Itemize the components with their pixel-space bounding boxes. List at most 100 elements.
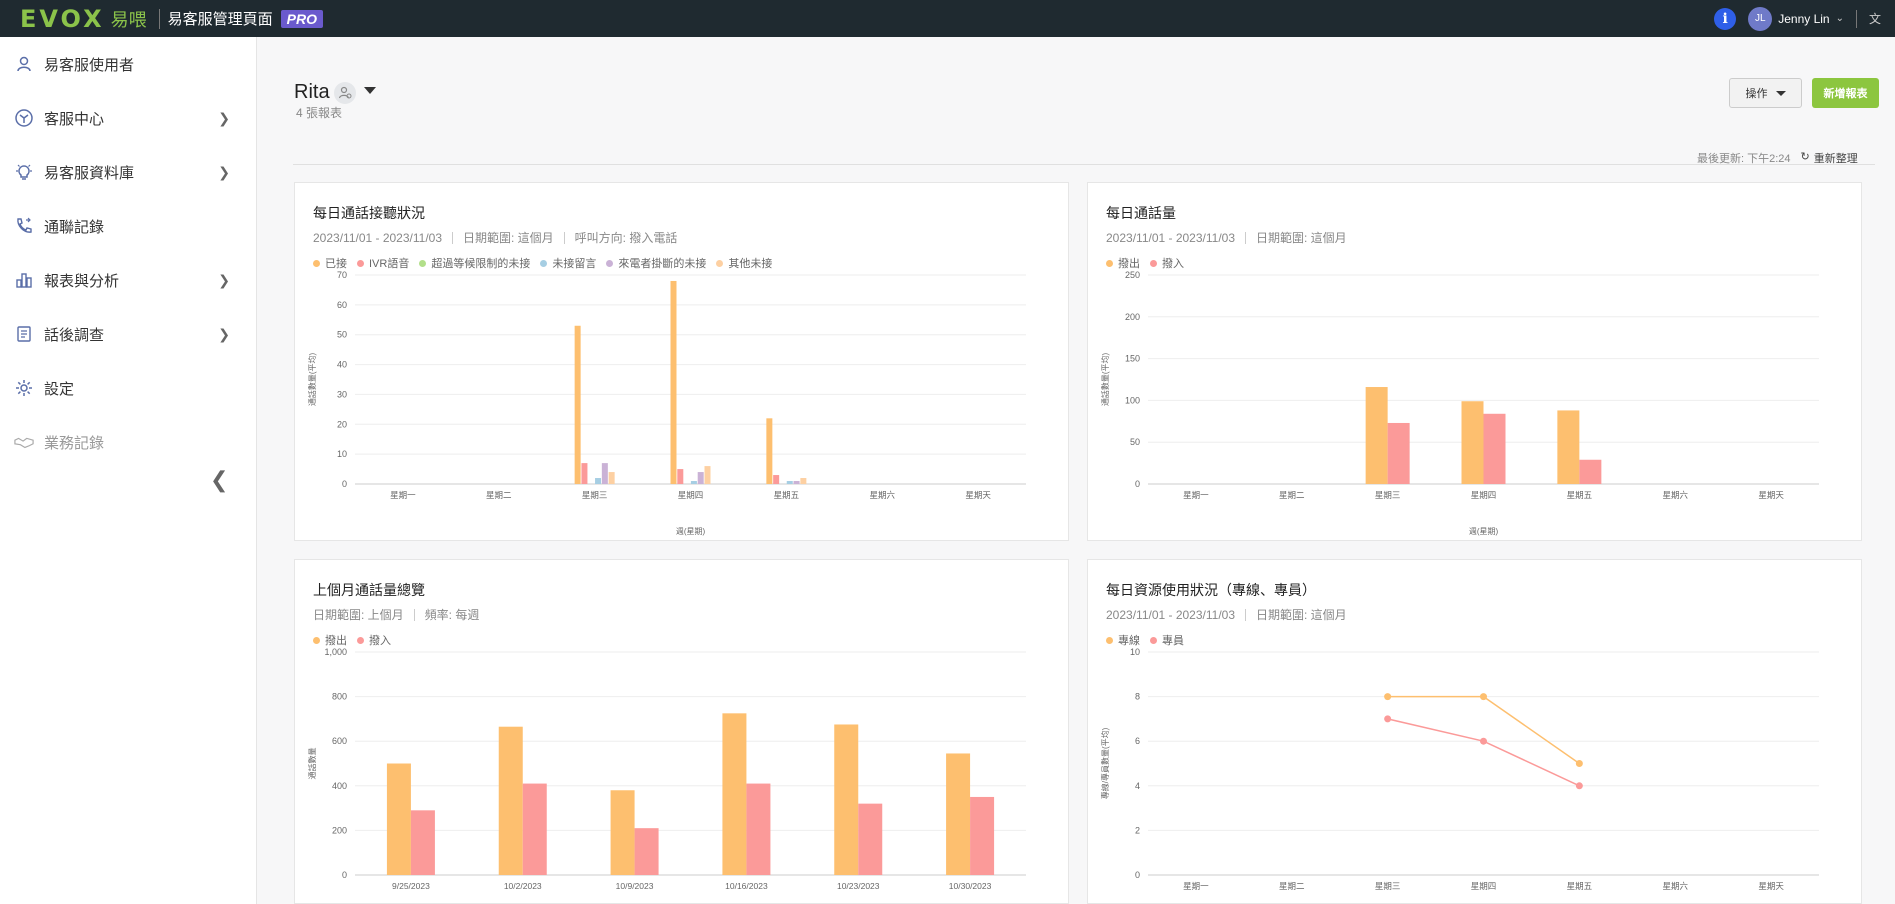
x-tick-label: 星期五 xyxy=(1567,490,1593,500)
x-tick-label: 星期天 xyxy=(1758,490,1784,500)
page-title: Rita xyxy=(294,81,330,103)
x-tick-label: 10/2/2023 xyxy=(504,881,542,891)
x-tick-label: 10/9/2023 xyxy=(616,881,654,891)
bar-5-4 xyxy=(800,478,807,484)
add-report-button[interactable]: 新增報表 xyxy=(1812,78,1879,108)
bar-1-1 xyxy=(522,783,547,875)
bar-1-4 xyxy=(1579,459,1602,484)
report-card-daily-answer[interactable]: 每日通話接聽狀況 2023/11/01 - 2023/11/03 日期範圍: 這個月… xyxy=(294,182,1069,541)
sidebar-item-label: 話後調查 xyxy=(44,326,105,344)
last-update-text: 最後更新: 下午2:24 xyxy=(1697,153,1791,165)
bar-3-3 xyxy=(690,481,697,484)
page-header xyxy=(293,79,1875,165)
x-tick-label: 星期四 xyxy=(1471,490,1497,500)
y-tick-label: 8 xyxy=(1135,692,1140,702)
title-dropdown-icon[interactable] xyxy=(364,87,376,94)
bar-1-2 xyxy=(1387,422,1410,484)
chevron-right-icon: ❯ xyxy=(218,109,230,126)
meta-divider xyxy=(452,231,453,244)
topbar-right-divider xyxy=(1855,9,1857,28)
bar-0-0 xyxy=(386,763,411,875)
bar-1-0 xyxy=(410,810,435,875)
y-axis-label: 通話數量(平均) xyxy=(307,353,317,407)
logo-main-text: EVOX xyxy=(20,4,105,33)
y-tick-label: 1,000 xyxy=(324,647,347,657)
y-tick-label: 200 xyxy=(332,825,347,835)
collapse-sidebar-icon[interactable]: ❮ xyxy=(210,467,228,493)
y-axis-label: 通話數量(平均) xyxy=(1100,353,1110,407)
x-tick-label: 星期三 xyxy=(582,490,608,500)
point-0-4 xyxy=(1575,760,1583,767)
bar-0-3 xyxy=(722,713,747,875)
sidebar-item-0[interactable]: 易客服使用者 xyxy=(0,37,256,91)
refresh-button[interactable]: ↻ 重新整理 xyxy=(1801,150,1858,166)
card-title: 上個月通話量總覽 xyxy=(313,582,425,598)
x-tick-label: 10/30/2023 xyxy=(949,881,992,891)
y-tick-label: 10 xyxy=(1130,647,1140,657)
y-tick-label: 200 xyxy=(1125,312,1140,322)
series-line-0 xyxy=(1387,695,1580,765)
bar-0-5 xyxy=(946,753,971,875)
bar-0-2 xyxy=(610,790,635,875)
point-1-4 xyxy=(1575,782,1583,790)
card-title: 每日資源使用狀況（專線、專員） xyxy=(1106,582,1316,598)
card-meta-item: 日期範圍: 這個月 xyxy=(463,231,554,245)
chevron-right-icon: ❯ xyxy=(218,163,230,180)
hub-icon xyxy=(14,108,34,128)
user-settings-icon[interactable] xyxy=(334,82,356,104)
sidebar-item-3[interactable]: 通聯記錄 xyxy=(0,199,256,253)
card-meta: 2023/11/01 - 2023/11/03 日期範圍: 這個月 xyxy=(1106,606,1347,623)
card-title: 每日通話接聽狀況 xyxy=(313,205,425,221)
y-tick-label: 0 xyxy=(342,479,347,489)
sidebar-item-2[interactable]: 易客服資料庫 ❯ xyxy=(0,145,256,199)
user-menu[interactable]: JL Jenny Lin ⌄ xyxy=(1748,6,1844,31)
language-icon[interactable]: 文 xyxy=(1869,10,1881,27)
bar-1-4 xyxy=(858,803,883,875)
bar-1-3 xyxy=(1483,413,1506,484)
topbar-divider xyxy=(158,8,160,29)
sidebar-item-1[interactable]: 客服中心 ❯ xyxy=(0,91,256,145)
bar-1-2 xyxy=(581,463,588,484)
x-tick-label: 10/16/2023 xyxy=(725,881,768,891)
sidebar-item-4[interactable]: 報表與分析 ❯ xyxy=(0,253,256,307)
bar-1-5 xyxy=(970,796,995,875)
chevron-down-icon: ⌄ xyxy=(1835,13,1844,24)
refresh-label: 重新整理 xyxy=(1813,153,1858,165)
bar-4-4 xyxy=(793,481,800,484)
logo-sub-text: 易喂 xyxy=(110,9,147,30)
y-tick-label: 6 xyxy=(1135,736,1140,746)
sidebar-item-7[interactable]: 業務記錄 xyxy=(0,415,256,469)
report-card-resources[interactable]: 每日資源使用狀況（專線、專員） 2023/11/01 - 2023/11/03 日期… xyxy=(1087,559,1862,904)
y-tick-label: 0 xyxy=(1135,870,1140,880)
sidebar-item-6[interactable]: 設定 xyxy=(0,361,256,415)
y-tick-label: 100 xyxy=(1125,395,1140,405)
sidebar-item-label: 通聯記錄 xyxy=(44,218,105,236)
phone-log-icon xyxy=(14,216,34,236)
update-row: 最後更新: 下午2:24 ↻ 重新整理 xyxy=(1697,150,1858,166)
pro-badge: PRO xyxy=(280,9,323,28)
y-tick-label: 70 xyxy=(337,270,347,280)
handshake-icon xyxy=(14,432,34,452)
refresh-icon: ↻ xyxy=(1800,151,1810,163)
info-icon[interactable]: i xyxy=(1714,7,1737,30)
y-tick-label: 2 xyxy=(1135,825,1140,835)
meta-divider xyxy=(1245,608,1246,621)
report-card-daily-volume[interactable]: 每日通話量 2023/11/01 - 2023/11/03 日期範圍: 這個月 撥出撥… xyxy=(1087,182,1862,541)
operations-button[interactable]: 操作 xyxy=(1729,78,1802,108)
evox-logo[interactable]: EVOX 易喂 xyxy=(20,5,147,33)
bar-5-2 xyxy=(608,472,615,484)
report-card-last-month[interactable]: 上個月通話量總覽 日期範圍: 上個月 頻率: 每週 撥出 撥入 0 200 400 600 800… xyxy=(294,559,1069,904)
card-meta-item: 2023/11/01 - 2023/11/03 xyxy=(1106,230,1235,245)
x-axis-label: 週(星期) xyxy=(676,527,706,536)
chart-3: 0 2 4 6 8 10 專線/專員數量(平均) 星期一 星期二 星期三 星期四 星期五 星期六 星期天 xyxy=(1100,647,1819,891)
point-0-2 xyxy=(1384,693,1392,701)
y-tick-label: 4 xyxy=(1135,781,1140,791)
lightbulb-icon xyxy=(14,162,34,182)
report-count: 4 張報表 xyxy=(296,106,343,120)
avatar: JL xyxy=(1748,6,1773,31)
sidebar-item-5[interactable]: 話後調查 ❯ xyxy=(0,307,256,361)
x-tick-label: 星期四 xyxy=(678,490,704,500)
bar-4-2 xyxy=(601,463,608,484)
card-meta: 2023/11/01 - 2023/11/03 日期範圍: 這個月 xyxy=(1106,229,1347,246)
bar-1-4 xyxy=(773,475,780,484)
